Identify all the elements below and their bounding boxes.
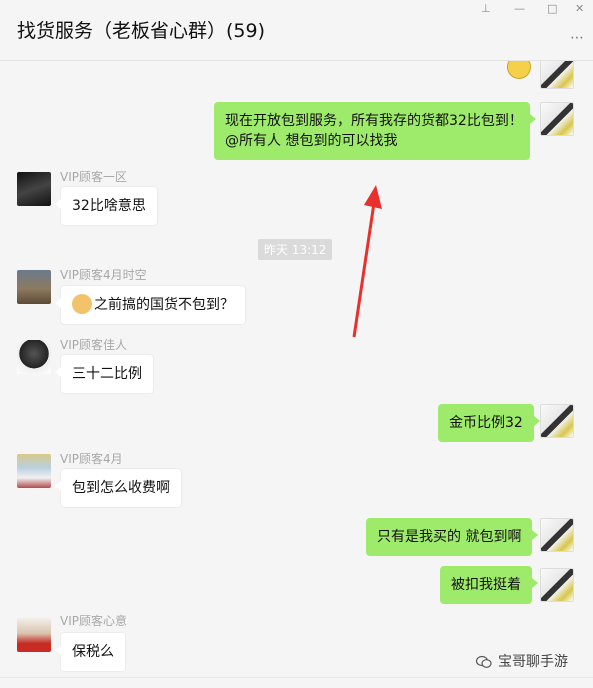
message-text: 32比啥意思 [72,198,146,214]
minimize-icon[interactable]: — [514,2,525,16]
more-options-icon[interactable]: ⋯ [570,30,585,46]
message-text: 现在开放包到服务，所有我存的货都32比包到！ [225,113,523,129]
wechat-logo-icon [476,655,492,668]
annotation-arrow [352,185,382,338]
my-avatar[interactable] [540,404,574,438]
chat-title: 找货服务（老板省心群）(59) [17,20,266,42]
sender-name: VIP顾客佳人 [60,338,127,352]
message-bubble-incoming[interactable]: 保税么 [55,632,126,672]
message-bubble-incoming[interactable]: 三十二比例 [55,354,154,394]
title-bar: 找货服务（老板省心群）(59) ⊥ — □ ✕ ⋯ [0,0,593,61]
message-bubble-incoming[interactable]: 包到怎么收费啊 [55,468,182,508]
sender-avatar[interactable] [17,172,51,206]
message-bubble-incoming[interactable]: 32比啥意思 [55,186,158,226]
my-avatar[interactable] [540,568,574,602]
message-bubble-outgoing[interactable]: 现在开放包到服务，所有我存的货都32比包到！ @所有人 想包到的可以找我 [214,102,536,160]
message-bubble-outgoing[interactable]: 只有是我买的 就包到啊 [366,518,539,556]
message-bubble-outgoing[interactable]: 金币比例32 [438,404,540,442]
watermark-text: 宝哥聊手游 [498,654,568,670]
sender-name: VIP顾客一区 [60,170,127,184]
sender-avatar[interactable] [17,618,51,652]
timestamp: 昨天 13:12 [258,239,333,260]
message-bubble-incoming[interactable]: 之前搞的国货不包到？ [55,285,246,325]
doge-emoji-icon [72,294,92,314]
chat-message-list[interactable]: 现在开放包到服务，所有我存的货都32比包到！ @所有人 想包到的可以找我 VIP… [0,61,593,677]
watermark: 宝哥聊手游 [476,651,568,671]
message-text: 包到怎么收费啊 [72,480,170,496]
my-avatar[interactable] [540,61,574,89]
message-text: 之前搞的国货不包到？ [94,297,234,313]
my-avatar[interactable] [540,518,574,552]
close-icon[interactable]: ✕ [575,2,584,16]
input-toolbar [0,677,593,688]
sender-name: VIP顾客4月时空 [60,268,147,282]
message-text: 被扣我挺着 [451,577,521,593]
sender-avatar[interactable] [17,454,51,488]
message-text: 金币比例32 [449,415,523,431]
maximize-icon[interactable]: □ [547,2,557,16]
my-avatar[interactable] [540,102,574,136]
sender-name: VIP顾客心意 [60,614,127,628]
sticker-emoji-icon [507,61,531,79]
pin-icon[interactable]: ⊥ [481,2,491,16]
sender-avatar[interactable] [17,340,51,374]
sender-avatar[interactable] [17,270,51,304]
message-text: 保税么 [72,644,114,660]
message-text: @所有人 想包到的可以找我 [225,133,398,149]
message-bubble-outgoing[interactable]: 被扣我挺着 [440,566,538,604]
sender-name: VIP顾客4月 [60,452,123,466]
message-text: 只有是我买的 就包到啊 [377,529,522,545]
message-text: 三十二比例 [72,366,142,382]
